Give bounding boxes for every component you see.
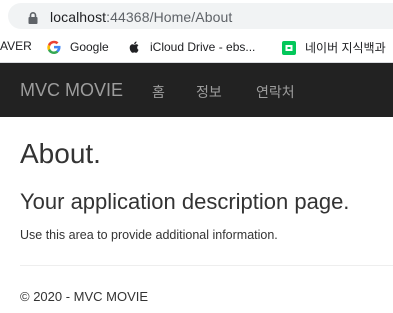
url-text[interactable]: localhost:44368/Home/About [50, 9, 232, 25]
bookmarks-bar: AVER Google iCloud Drive - ebs... 네이버 지식… [0, 31, 393, 63]
bookmark-label: iCloud Drive - ebs... [150, 40, 256, 54]
bookmark-naver[interactable]: AVER [0, 39, 32, 53]
bookmark-label: Google [70, 40, 109, 54]
browser-address-bar: localhost:44368/Home/About [0, 0, 393, 31]
page-subtitle: Your application description page. [20, 189, 350, 214]
nav-item-contact[interactable]: 연락처 [256, 82, 295, 102]
bookmark-icloud[interactable]: iCloud Drive - ebs... [126, 39, 255, 55]
nav-item-about[interactable]: 정보 [196, 82, 222, 102]
apple-icon [129, 41, 139, 53]
site-navbar: MVC MOVIE 홈 정보 연락처 [0, 63, 393, 117]
footer-text: © 2020 - MVC MOVIE [20, 289, 149, 304]
url-path: /Home/About [149, 9, 233, 25]
page-description: Use this area to provide additional info… [20, 228, 278, 242]
lock-icon[interactable] [26, 11, 40, 25]
bookmark-label: AVER [0, 39, 32, 53]
url-port: :44368 [106, 9, 150, 25]
footer-divider [20, 265, 393, 266]
navbar-brand[interactable]: MVC MOVIE [20, 80, 123, 101]
naver-dictionary-icon [282, 40, 296, 55]
page-title: About. [20, 138, 101, 169]
nav-item-home[interactable]: 홈 [152, 82, 165, 102]
bookmark-label: 네이버 지식백과 [305, 41, 386, 55]
url-field[interactable]: localhost:44368/Home/About [8, 3, 393, 29]
bookmark-naver-dictionary[interactable]: 네이버 지식백과 [281, 39, 386, 56]
bookmark-google[interactable]: Google [46, 39, 109, 55]
google-icon [47, 40, 61, 54]
